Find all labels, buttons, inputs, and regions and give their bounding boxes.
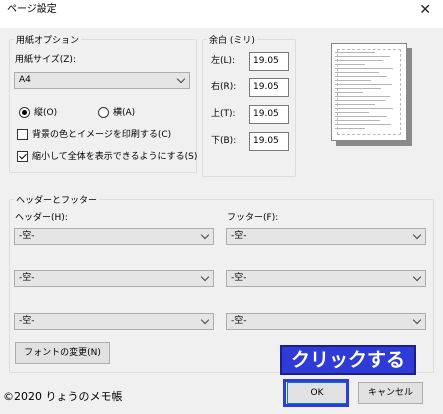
preview-text-line [335,96,390,97]
preview-text-line [335,84,392,85]
chevron-down-icon [200,315,210,325]
background-print-checkbox[interactable] [17,129,28,140]
close-icon[interactable]: ✕ [419,2,431,18]
preview-text-line [335,128,365,129]
cancel-button[interactable]: キャンセル [358,382,423,404]
footer-value-1: -空- [231,231,247,241]
preview-text-line [335,76,387,77]
preview-text-line [335,56,390,57]
chevron-down-icon [412,272,422,282]
header-select-3[interactable]: -空- [14,313,214,330]
header-value-3: -空- [19,316,35,326]
chevron-down-icon [176,74,186,84]
margin-left-input[interactable]: 19.05 [249,52,289,71]
preview-text-line [335,112,369,113]
margin-bottom-input[interactable]: 19.05 [249,132,289,151]
change-font-button[interactable]: フォントの変更(N) [15,342,110,364]
page-preview [331,43,407,141]
chevron-down-icon [200,272,210,282]
paper-size-label: 用紙サイズ(Z): [15,55,76,65]
background-print-label: 背景の色とイメージを印刷する(C) [32,130,172,140]
header-value-2: -空- [19,273,35,283]
footer-value-3: -空- [231,316,247,326]
margin-top-label: 上(T): [211,109,236,119]
footer-select-1[interactable]: -空- [226,228,426,245]
footer-select-3[interactable]: -空- [226,313,426,330]
preview-text-line [335,52,375,53]
preview-text-line [335,100,385,101]
margin-top-input[interactable]: 19.05 [249,105,289,124]
header-value-1: -空- [19,231,35,241]
click-annotation: クリックする [280,345,416,375]
footer-label: フッター(F): [227,213,279,223]
margin-right-label: 右(R): [211,82,237,92]
preview-text-line [335,60,383,61]
landscape-label: 横(A) [113,108,136,118]
preview-text-line [335,68,393,69]
ok-highlight-box [283,379,349,407]
shrink-to-fit-checkbox[interactable] [17,151,28,162]
preview-text-line [335,104,375,105]
header-select-1[interactable]: -空- [14,228,214,245]
chevron-down-icon [412,230,422,240]
header-select-2[interactable]: -空- [14,270,214,287]
preview-text-line [335,64,365,65]
shrink-to-fit-label: 縮小して全体を表示できるようにする(S) [32,152,198,162]
window-title: ページ設定 [7,4,57,15]
copyright-watermark: ©2020 りょうのメモ帳 [3,390,123,403]
margin-bottom-label: 下(B): [211,136,237,146]
portrait-radio[interactable] [19,107,30,118]
title-bar: ページ設定 ✕ [0,0,443,28]
landscape-radio[interactable] [98,107,109,118]
footer-select-2[interactable]: -空- [226,270,426,287]
preview-text-line [335,108,393,109]
header-footer-legend: ヘッダーとフッター [16,196,98,206]
header-label: ヘッダー(H): [15,213,68,223]
portrait-label: 縦(O) [34,108,58,118]
footer-value-2: -空- [231,273,247,283]
preview-text-line [335,124,391,125]
preview-text-line [335,120,380,121]
preview-text-line [335,116,387,117]
margins-legend: 余白 (ミリ) [209,36,255,46]
chevron-down-icon [412,315,422,325]
preview-text-line [335,92,363,93]
preview-text-line [335,80,371,81]
preview-text-line [335,88,381,89]
preview-text-line [335,72,379,73]
margin-right-input[interactable]: 19.05 [249,78,289,97]
paper-options-legend: 用紙オプション [16,36,80,46]
chevron-down-icon [200,230,210,240]
paper-size-select[interactable]: A4 [14,72,190,89]
paper-size-value: A4 [19,75,31,85]
margin-left-label: 左(L): [211,56,236,66]
